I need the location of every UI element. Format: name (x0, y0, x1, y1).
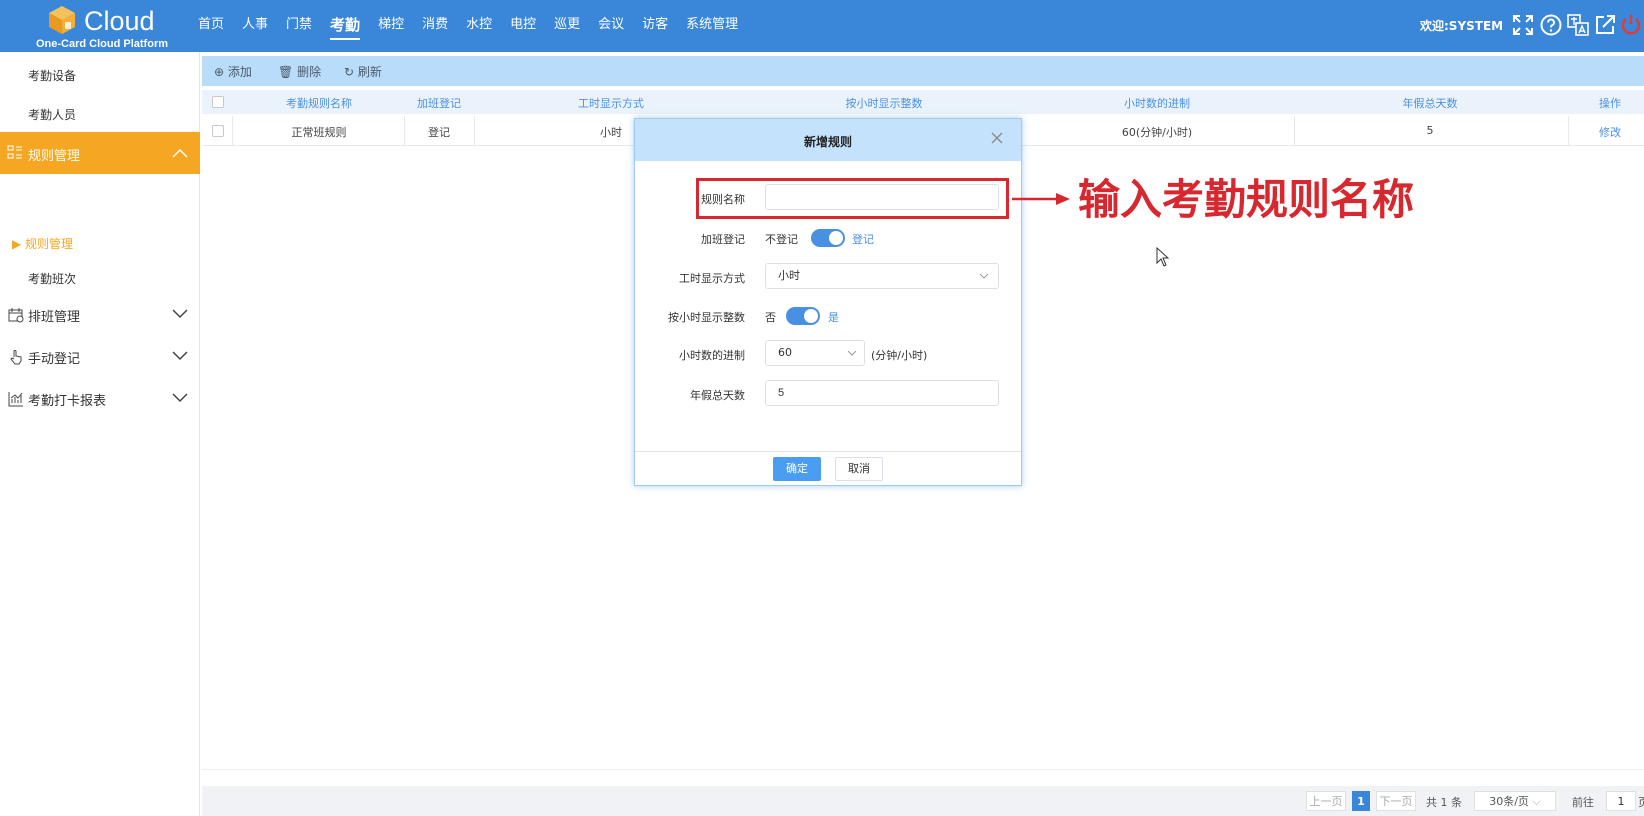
overtime-toggle[interactable] (811, 229, 845, 247)
nav-meeting[interactable]: 会议 (598, 0, 624, 52)
chevron-up-icon (172, 148, 188, 158)
goto-suffix: 页 (1638, 796, 1644, 809)
list-grid-icon (7, 145, 22, 159)
calendar-icon (8, 308, 24, 323)
sidebar-item-rules[interactable]: ▶ 规则管理 (12, 235, 73, 252)
hour-mode-label: 工时显示方式 (679, 272, 745, 285)
hour-base-select[interactable]: 60 (765, 340, 865, 366)
goto-page-input[interactable]: 1 (1606, 791, 1636, 811)
hour-base-label: 小时数的进制 (679, 349, 745, 362)
nav-system[interactable]: 系统管理 (686, 0, 738, 52)
integer-on-text: 是 (828, 311, 839, 324)
integer-toggle[interactable] (786, 307, 820, 325)
nav-attendance[interactable]: 考勤 (330, 2, 361, 40)
chevron-down-icon: ⌵ (1532, 795, 1541, 808)
page-size-select[interactable]: 30条/页 ⌵ (1474, 791, 1556, 811)
nav-access[interactable]: 门禁 (286, 0, 312, 52)
close-icon[interactable] (991, 132, 1003, 144)
dialog-header: 新增规则 (635, 119, 1021, 161)
prev-page-button[interactable]: 上一页 (1306, 791, 1346, 811)
sidebar-item-personnel[interactable]: 考勤人员 (28, 106, 76, 123)
chevron-down-icon (172, 351, 188, 361)
overtime-on-text: 登记 (852, 233, 874, 246)
nav-water[interactable]: 水控 (466, 0, 492, 52)
annotation-arrow-icon (1012, 193, 1070, 205)
hour-base-value: 60 (778, 346, 792, 359)
add-rule-dialog: 新增规则 规则名称 加班登记 不登记 登记 工时显示方式 小时 按小时显示整数 … (634, 118, 1022, 486)
dialog-footer-divider (635, 451, 1021, 452)
sidebar-group-rules[interactable]: 规则管理 (0, 132, 200, 174)
toolbar: ⊕ 添加 🗑 删除 ↻ 刷新 (202, 56, 1644, 86)
logo-cube-icon (49, 6, 75, 34)
plus-circle-icon: ⊕ (214, 65, 225, 79)
cancel-button[interactable]: 取消 (835, 457, 883, 481)
hand-pointer-icon (10, 350, 22, 365)
sidebar-group-report[interactable]: 考勤打卡报表 (0, 380, 200, 418)
sidebar-group-manual-label: 手动登记 (28, 352, 81, 367)
refresh-label: 刷新 (357, 65, 382, 79)
top-bar: Cloud One-Card Cloud Platform 首页 人事 门禁 考… (0, 0, 1644, 52)
confirm-button[interactable]: 确定 (773, 457, 821, 481)
next-page-button[interactable]: 下一页 (1376, 791, 1416, 811)
mouse-cursor-icon (1156, 247, 1170, 267)
refresh-button[interactable]: ↻ 刷新 (344, 63, 382, 80)
sidebar-item-shift[interactable]: 考勤班次 (28, 270, 76, 287)
nav-consume[interactable]: 消费 (422, 0, 448, 52)
sidebar: 考勤设备 考勤人员 规则管理 ▶ 规则管理 考勤班次 排班管理 手动登记 考勤打… (0, 52, 200, 816)
sidebar-group-label: 规则管理 (28, 149, 81, 164)
sidebar-group-report-label: 考勤打卡报表 (28, 394, 107, 409)
chevron-down-icon (980, 274, 988, 279)
delete-label: 删除 (297, 65, 322, 79)
nav-power[interactable]: 电控 (510, 0, 536, 52)
page-size-value: 30条/页 (1489, 795, 1529, 808)
annotation-highlight-box (696, 178, 1009, 219)
sidebar-group-manual[interactable]: 手动登记 (0, 338, 200, 376)
nav-visitor[interactable]: 访客 (642, 0, 668, 52)
help-icon[interactable] (1540, 14, 1562, 36)
goto-label: 前往 (1572, 796, 1594, 809)
welcome-text: 欢迎:SYSTEM (1420, 19, 1504, 33)
annual-days-input[interactable] (765, 380, 999, 406)
add-label: 添加 (227, 65, 252, 79)
sidebar-item-rules-label: 规则管理 (25, 237, 74, 251)
delete-button[interactable]: 🗑 删除 (278, 63, 321, 80)
nav-home[interactable]: 首页 (198, 0, 224, 52)
nav-elevator[interactable]: 梯控 (378, 0, 404, 52)
nav-patrol[interactable]: 巡更 (554, 0, 580, 52)
sidebar-item-device[interactable]: 考勤设备 (28, 67, 76, 84)
annotation-text: 输入考勤规则名称 (1078, 175, 1415, 224)
chevron-down-icon (172, 309, 188, 319)
logo-subtitle: One-Card Cloud Platform (36, 38, 169, 50)
chevron-down-icon (172, 393, 188, 403)
page-1-button[interactable]: 1 (1352, 791, 1370, 811)
overtime-off-text: 不登记 (765, 233, 798, 246)
overtime-label: 加班登记 (701, 233, 745, 246)
logo-word: Cloud (84, 6, 155, 36)
hour-mode-value: 小时 (778, 269, 800, 282)
add-button[interactable]: ⊕ 添加 (214, 63, 252, 80)
power-icon[interactable] (1620, 14, 1642, 36)
chevron-down-icon (848, 351, 856, 356)
chart-icon (8, 392, 23, 407)
annual-days-label: 年假总天数 (690, 389, 745, 402)
integer-off-text: 否 (765, 311, 776, 324)
sidebar-group-schedule-label: 排班管理 (28, 310, 81, 325)
total-count: 共 1 条 (1426, 796, 1462, 809)
fullscreen-icon[interactable] (1512, 14, 1534, 36)
trash-icon: 🗑 (278, 65, 294, 79)
integer-label: 按小时显示整数 (668, 311, 745, 324)
pagination-bar: 上一页 1 下一页 共 1 条 30条/页 ⌵ 前往 1 页 (202, 786, 1644, 816)
external-link-icon[interactable] (1594, 14, 1616, 36)
sidebar-group-schedule[interactable]: 排班管理 (0, 296, 200, 334)
translate-icon[interactable] (1567, 14, 1589, 36)
logo: Cloud One-Card Cloud Platform (36, 2, 169, 50)
hour-base-unit: (分钟/小时) (871, 349, 928, 362)
refresh-icon: ↻ (344, 65, 355, 79)
nav-hr[interactable]: 人事 (242, 0, 268, 52)
main-nav: 首页 人事 门禁 考勤 梯控 消费 水控 电控 巡更 会议 访客 系统管理 (198, 0, 756, 52)
dialog-title: 新增规则 (803, 135, 852, 149)
hour-mode-select[interactable]: 小时 (765, 263, 999, 289)
